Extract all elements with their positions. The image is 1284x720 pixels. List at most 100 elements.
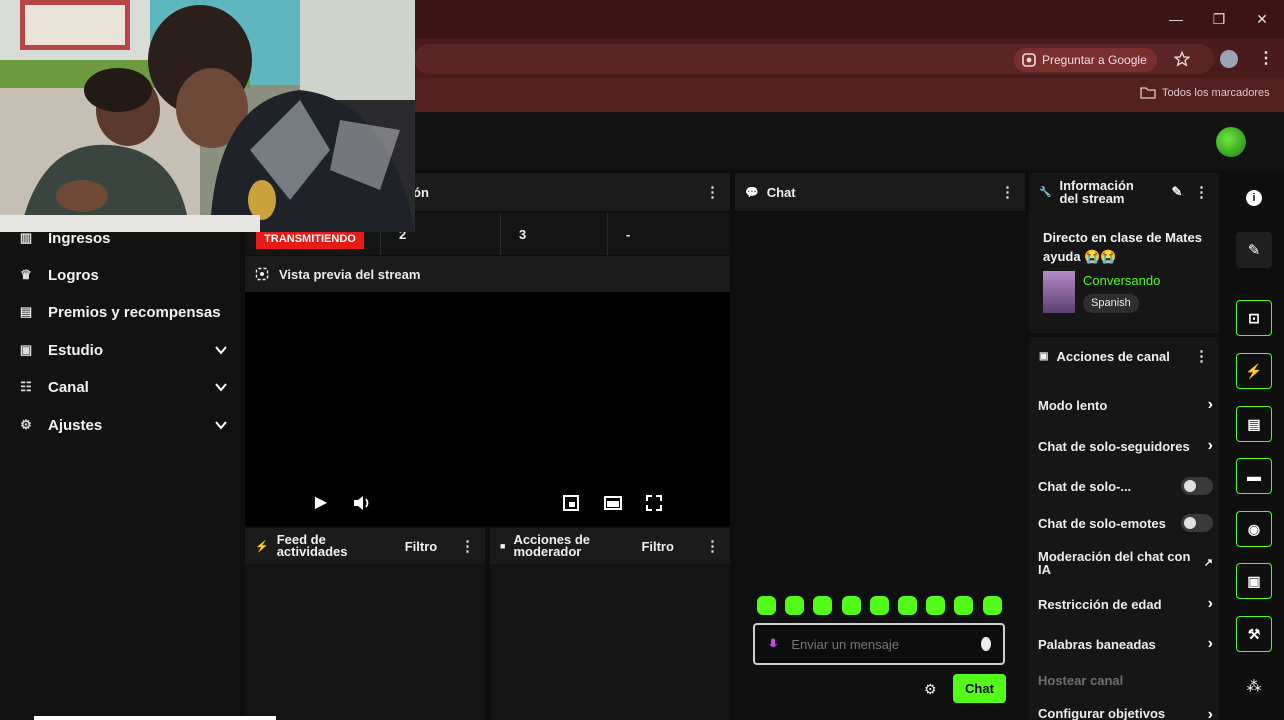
kebab-menu-icon[interactable]: ⋮ (460, 537, 475, 555)
emoji-icon[interactable] (981, 637, 991, 651)
users-icon: ☷ (20, 379, 32, 394)
activity-feed-filter[interactable]: Filtro (405, 539, 438, 554)
action-configure-goals[interactable]: Configurar objetivos › (1038, 706, 1213, 720)
lightning-icon[interactable]: ⚡ (1236, 353, 1272, 389)
mod-actions-filter[interactable]: Filtro (641, 539, 674, 554)
emote-button[interactable] (785, 596, 805, 615)
stat-followers: 3 (500, 213, 607, 255)
sidebar-item-logros[interactable]: ♛ Logros (18, 260, 228, 290)
chevron-down-icon (215, 346, 227, 355)
action-slow-mode[interactable]: Modo lento › (1038, 393, 1213, 417)
chat-title: Chat (766, 184, 796, 200)
sidebar-item-canal[interactable]: ☷ Canal (18, 372, 228, 402)
maximize-button[interactable]: ❐ (1207, 8, 1231, 30)
minimize-button[interactable]: — (1164, 8, 1188, 30)
kebab-menu-icon[interactable]: ⋮ (705, 537, 720, 555)
action-banned-words[interactable]: Palabras baneadas › (1038, 632, 1213, 656)
activity-feed-title: Feed de actividades (276, 532, 348, 559)
channel-actions-title: Acciones de canal (1056, 348, 1170, 364)
studio-icon: ▣ (19, 342, 33, 357)
emotes-only-toggle[interactable] (1181, 514, 1213, 532)
stream-info-header: 🔧 Información del stream ✎ ⋮ (1029, 173, 1219, 211)
theatre-mode-icon[interactable] (603, 494, 623, 512)
add-widget-icon[interactable]: ⁂ (1236, 668, 1272, 704)
fullscreen-icon[interactable] (645, 494, 663, 512)
emote-button[interactable] (982, 596, 1002, 615)
action-followers-only[interactable]: Chat de solo-seguidores › (1038, 434, 1213, 458)
shield-icon: ■ (500, 541, 506, 551)
sidebar-item-premios[interactable]: ▤ Premios y recompensas (18, 297, 228, 327)
ask-google-label: Preguntar a Google (1042, 53, 1147, 67)
folder-icon (1140, 87, 1156, 99)
action-label: Restricción de edad (1038, 596, 1162, 612)
language-tag: Spanish (1083, 294, 1139, 313)
emote-button[interactable] (954, 596, 974, 615)
chat-message-input[interactable] (791, 636, 968, 652)
emote-button[interactable] (869, 596, 889, 615)
preview-panel-icon[interactable]: ⊡ (1236, 300, 1272, 336)
edit-icon[interactable]: ✎ (1171, 184, 1182, 200)
chat-send-button[interactable]: Chat (953, 674, 1006, 703)
miniplayer-icon[interactable] (562, 494, 580, 512)
sidebar-item-label: Canal (48, 378, 89, 396)
chat-input-box[interactable] (753, 623, 1005, 665)
webcam-video-frame (0, 0, 415, 232)
wrench-icon[interactable]: ⚒ (1236, 616, 1272, 652)
sidebar-item-estudio[interactable]: ▣ Estudio (18, 335, 228, 365)
browser-menu-icon[interactable]: ⋮ (1258, 48, 1274, 68)
edit-icon[interactable]: ✎ (1236, 232, 1272, 268)
ask-google-button[interactable]: Preguntar a Google (1014, 48, 1157, 72)
profile-avatar[interactable] (1220, 50, 1238, 68)
info-icon[interactable]: i (1236, 180, 1272, 216)
action-subscribers-only[interactable]: Chat de solo-... (1038, 474, 1213, 498)
subscribers-only-toggle[interactable] (1181, 477, 1213, 495)
close-button[interactable]: ✕ (1250, 8, 1274, 30)
microphone-icon[interactable] (769, 635, 778, 653)
kebab-menu-icon[interactable]: ⋮ (705, 183, 720, 201)
stream-info-title: Información del stream (1059, 178, 1134, 206)
user-avatar[interactable] (1216, 127, 1246, 157)
action-emotes-only[interactable]: Chat de solo-emotes (1038, 511, 1213, 535)
action-age-restriction[interactable]: Restricción de edad › (1038, 592, 1213, 616)
chat-header: 💬 Chat ⋮ (735, 173, 1025, 211)
channel-icon: ▣ (1039, 350, 1049, 362)
document-icon[interactable]: ▤ (1236, 406, 1272, 442)
action-label: Moderación del chat con IA (1038, 550, 1191, 576)
star-icon[interactable] (1174, 51, 1190, 67)
all-bookmarks-button[interactable]: Todos los marcadores (1140, 86, 1270, 99)
action-label: Modo lento (1038, 397, 1108, 413)
gear-icon: ⚙ (20, 417, 32, 432)
chevron-down-icon (215, 421, 227, 430)
scrollbar-thumb[interactable] (34, 716, 276, 720)
channel-icon[interactable]: ▣ (1236, 563, 1272, 599)
category-link[interactable]: Conversando (1083, 273, 1160, 288)
volume-icon[interactable] (352, 494, 372, 512)
all-bookmarks-label: Todos los marcadores (1162, 86, 1270, 99)
play-icon[interactable]: ▶ (310, 492, 332, 514)
broadcast-icon[interactable]: ◉ (1236, 511, 1272, 547)
live-status-badge: TRANSMITIENDO (256, 229, 364, 249)
kebab-menu-icon[interactable]: ⋮ (1194, 347, 1209, 365)
action-label: Chat de solo-emotes (1038, 515, 1166, 531)
action-label: Palabras baneadas (1038, 636, 1156, 652)
wrench-icon: 🔧 (1039, 186, 1052, 198)
action-label: Configurar objetivos (1038, 706, 1166, 720)
emote-button[interactable] (813, 596, 833, 615)
emote-button[interactable] (898, 596, 917, 615)
action-ai-moderation[interactable]: Moderación del chat con IA ↗ (1038, 548, 1213, 578)
preview-icon (255, 267, 269, 281)
chat-settings-icon[interactable]: ⚙ (924, 681, 937, 698)
kebab-menu-icon[interactable]: ⋮ (1194, 183, 1209, 201)
chat-bubble-icon[interactable]: ▬ (1236, 458, 1272, 494)
chevron-right-icon: › (1207, 706, 1213, 720)
emote-button[interactable] (757, 596, 776, 615)
chevron-down-icon (215, 383, 227, 392)
emote-button[interactable] (841, 596, 861, 615)
gift-icon: ▤ (19, 304, 33, 319)
action-label: Chat de solo-... (1038, 478, 1132, 494)
kebab-menu-icon[interactable]: ⋮ (1000, 183, 1015, 201)
emote-button[interactable] (926, 596, 946, 615)
trophy-icon: ♛ (20, 267, 32, 282)
sidebar-item-ajustes[interactable]: ⚙ Ajustes (18, 410, 228, 440)
stream-preview-player[interactable] (245, 256, 730, 526)
